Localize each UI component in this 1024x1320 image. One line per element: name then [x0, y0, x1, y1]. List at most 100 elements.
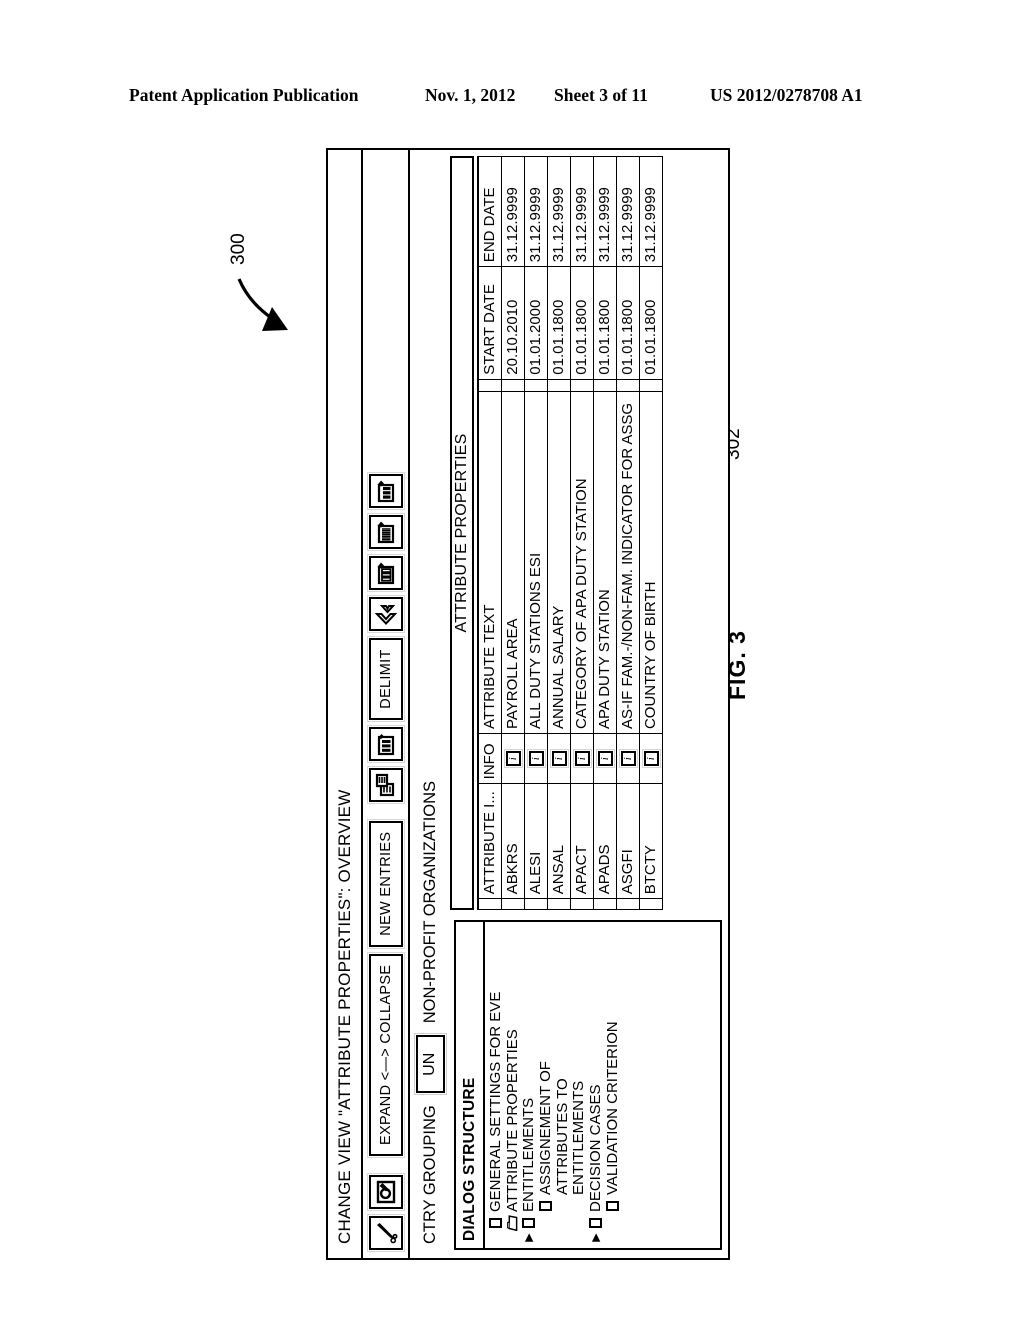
lines-edit-icon: [377, 521, 394, 544]
undo-button[interactable]: [368, 726, 403, 761]
ctry-grouping-input[interactable]: UN: [415, 1035, 445, 1094]
table-columns-icon: [377, 733, 394, 755]
info-icon[interactable]: i: [620, 751, 636, 767]
table-row[interactable]: ANSAL i ANNUAL SALARY 01.01.1800 31.12.9999: [547, 156, 570, 910]
cell-attribute-text: PAYROLL AREA: [501, 391, 524, 734]
info-icon[interactable]: i: [597, 751, 613, 767]
dialog-structure-header: DIALOG STRUCTURE: [456, 922, 485, 1248]
cell-extra: [593, 379, 616, 392]
dialog-structure-tree: GENERAL SETTINGS FOR EVE ATTRIBUTE PROPE…: [483, 922, 720, 1248]
cell-start-date: 01.01.2000: [524, 266, 547, 380]
cell-extra: [524, 379, 547, 392]
tree-item-entitlements[interactable]: ▶ ENTITLEMENTS: [520, 922, 537, 1244]
cell-extra: [616, 379, 639, 392]
spacer-icon: [571, 1197, 586, 1214]
tree-item-validation-criterion[interactable]: VALIDATION CRITERION: [603, 922, 621, 1227]
info-icon[interactable]: i: [551, 751, 567, 767]
table-row[interactable]: APACT i CATEGORY OF APA DUTY STATION 01.01.…: [570, 156, 593, 910]
cell-start-date: 01.01.1800: [547, 266, 570, 380]
row-select-cell[interactable]: [547, 898, 570, 910]
tree-item-general-settings[interactable]: GENERAL SETTINGS FOR EVE: [487, 922, 504, 1244]
select-all-cell[interactable]: [478, 898, 501, 910]
row-select-cell[interactable]: [639, 898, 662, 910]
pencil-icon: [376, 1223, 397, 1244]
twisty[interactable]: ▶: [588, 1231, 604, 1244]
previous-button[interactable]: [368, 597, 403, 632]
cell-start-date: 01.01.1800: [593, 266, 616, 380]
row-select-cell[interactable]: [593, 898, 616, 910]
cell-info[interactable]: i: [524, 733, 547, 784]
variant-button[interactable]: [368, 556, 403, 591]
row-select-cell[interactable]: [524, 898, 547, 910]
cell-info[interactable]: i: [570, 733, 593, 784]
window-title: CHANGE VIEW "ATTRIBUTE PROPERTIES": OVER…: [334, 789, 354, 1244]
row-select-cell[interactable]: [570, 898, 593, 910]
column-header: INFO: [478, 733, 501, 784]
twisty[interactable]: ▶: [521, 1231, 537, 1244]
tree-item-attribute-properties[interactable]: ATTRIBUTE PROPERTIES: [504, 922, 521, 1244]
figure-3: 300 302 304 FIG. 3 CHANGE VIEW "ATTRIBUT…: [0, 0, 1024, 1320]
attribute-properties-title: ATTRIBUTE PROPERTIES: [450, 156, 474, 910]
cell-attribute-text: ANNUAL SALARY: [547, 391, 570, 734]
page-icon: [538, 1197, 553, 1214]
cell-attribute-id: ALESI: [524, 783, 547, 899]
tree-item-label: ENTITLEMENTS: [520, 1097, 537, 1212]
cell-info[interactable]: i: [639, 733, 662, 784]
tree-item-assignement-of[interactable]: ASSIGNEMENT OF: [537, 922, 554, 1227]
table-row[interactable]: APADS i APA DUTY STATION 01.01.1800 31.12.99…: [593, 156, 616, 910]
cell-end-date: 31.12.9999: [570, 156, 593, 267]
open-folder-icon: [505, 1214, 520, 1231]
column-header: END DATE: [478, 156, 501, 267]
columns-edit-icon: [377, 562, 394, 585]
cell-attribute-id: APADS: [593, 783, 616, 899]
info-icon[interactable]: i: [574, 751, 590, 767]
row-select-cell[interactable]: [501, 898, 524, 910]
cell-attribute-text: CATEGORY OF APA DUTY STATION: [570, 391, 593, 734]
cell-end-date: 31.12.9999: [547, 156, 570, 267]
column-header: ATTRIBUTE I...: [478, 783, 501, 899]
cell-info[interactable]: i: [547, 733, 570, 784]
display-button[interactable]: [368, 1175, 403, 1209]
cell-attribute-id: BTCTY: [639, 783, 662, 899]
cell-extra: [547, 379, 570, 392]
cell-attribute-text: APA DUTY STATION: [593, 391, 616, 734]
cell-extra: [501, 379, 524, 392]
table-row[interactable]: ABKRS i PAYROLL AREA 20.10.2010 31.12.9999: [501, 156, 524, 910]
new-entries-button[interactable]: NEW ENTRIES: [368, 820, 403, 947]
cell-attribute-id: ANSAL: [547, 783, 570, 899]
copy-as-button[interactable]: [368, 767, 403, 802]
table-row[interactable]: BTCTY i COUNTRY OF BIRTH 01.01.1800 31.12.99…: [639, 156, 662, 910]
expand-collapse-button[interactable]: EXPAND <—> COLLAPSE: [368, 953, 403, 1156]
edit-pencil-button[interactable]: [368, 1216, 403, 1250]
cell-info[interactable]: i: [501, 733, 524, 784]
tree-item-label: GENERAL SETTINGS FOR EVE: [487, 991, 504, 1212]
tree-item-label: ATTRIBUTES TO: [553, 1078, 571, 1195]
cell-end-date: 31.12.9999: [639, 156, 662, 267]
cell-end-date: 31.12.9999: [616, 156, 639, 267]
chart-button[interactable]: [368, 474, 403, 509]
column-header: START DATE: [478, 266, 501, 380]
table-row[interactable]: ALESI i ALL DUTY STATIONS ESI 01.01.2000 31.…: [524, 156, 547, 910]
delimit-button[interactable]: DELIMIT: [368, 638, 403, 720]
attribute-properties-panel: ATTRIBUTE PROPERTIES ATTRIBUTE I... INFO A…: [450, 156, 722, 910]
info-icon[interactable]: i: [528, 751, 544, 767]
cell-info[interactable]: i: [616, 733, 639, 784]
cell-start-date: 01.01.1800: [616, 266, 639, 380]
cell-start-date: 01.01.1800: [639, 266, 662, 380]
cell-end-date: 31.12.9999: [501, 156, 524, 267]
cell-info[interactable]: i: [593, 733, 616, 784]
table-row[interactable]: ASGFI i AS-IF FAM.-/NON-FAM. INDICATOR FOR…: [616, 156, 639, 910]
tree-item-label: VALIDATION CRITERION: [603, 1021, 621, 1195]
ctry-grouping-description: NON-PROFIT ORGANIZATIONS: [420, 780, 439, 1024]
table-header-row: ATTRIBUTE I... INFO ATTRIBUTE TEXT START DA…: [478, 156, 501, 910]
application-window: CHANGE VIEW "ATTRIBUTE PROPERTIES": OVER…: [326, 148, 730, 1260]
ctry-grouping-label: CTRY GROUPING: [420, 1105, 439, 1244]
toolbar: EXPAND <—> COLLAPSE NEW ENTRIES DELIMIT: [363, 150, 410, 1258]
page-icon: [521, 1214, 536, 1231]
column-header: ATTRIBUTE TEXT: [478, 391, 501, 734]
info-icon[interactable]: i: [643, 751, 659, 767]
print-preview-button[interactable]: [368, 515, 403, 550]
info-icon[interactable]: i: [505, 751, 521, 767]
tree-item-decision-cases[interactable]: ▶ DECISION CASES: [587, 922, 604, 1244]
row-select-cell[interactable]: [616, 898, 639, 910]
